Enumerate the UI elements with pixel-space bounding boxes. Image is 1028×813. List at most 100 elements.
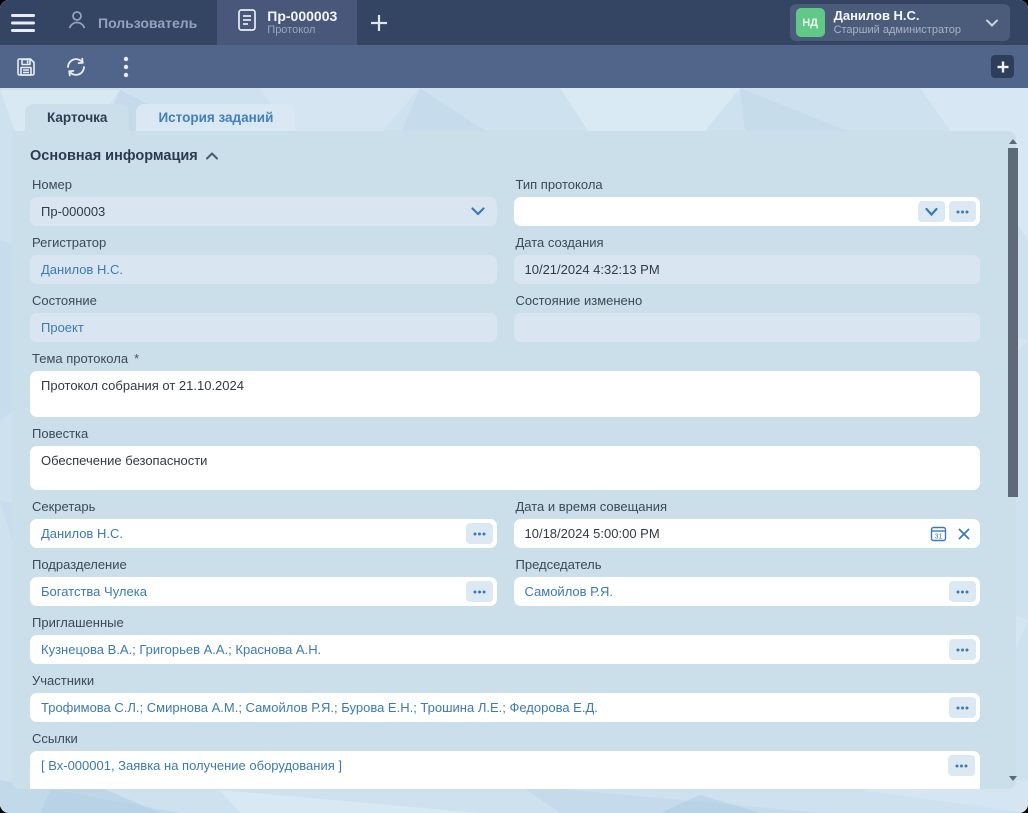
ellipsis-icon [473, 590, 486, 594]
header-tab-protocol-title: Пр-000003 [267, 8, 337, 24]
new-tab-button[interactable] [357, 0, 401, 45]
save-icon [15, 56, 37, 78]
ellipsis-icon [955, 764, 968, 768]
scroll-up-arrow-icon[interactable] [1009, 139, 1017, 144]
meeting-datetime-input[interactable] [525, 526, 925, 541]
chairman-value[interactable]: Самойлов Р.Я. [525, 584, 946, 599]
hamburger-menu-icon[interactable] [0, 0, 46, 45]
department-value[interactable]: Богатства Чулека [41, 584, 462, 599]
header-tab-user[interactable]: Пользователь [46, 0, 217, 45]
tab-card[interactable]: Карточка [25, 104, 129, 131]
scroll-down-arrow-icon[interactable] [1009, 776, 1017, 781]
plus-icon [370, 14, 388, 32]
protocol-type-field[interactable] [514, 197, 981, 226]
lookup-button[interactable] [948, 755, 975, 776]
save-button[interactable] [14, 55, 38, 79]
vertical-scrollbar[interactable] [1007, 139, 1019, 787]
chevron-down-icon [986, 14, 998, 32]
chevron-up-icon [206, 152, 218, 160]
ellipsis-icon [473, 532, 486, 536]
dropdown-button[interactable] [918, 201, 945, 222]
section-main-info[interactable]: Основная информация [30, 148, 980, 164]
add-button[interactable] [991, 55, 1014, 78]
header-tab-protocol[interactable]: Пр-000003 Протокол [217, 0, 357, 45]
department-field[interactable]: Богатства Чулека [30, 577, 497, 606]
agenda-textarea[interactable]: Обеспечение безопасности [30, 446, 980, 490]
state-changed-label: Состояние изменено [516, 293, 979, 308]
page-tabs: Карточка История заданий [12, 104, 295, 131]
number-field[interactable] [30, 197, 497, 226]
refresh-icon [64, 56, 88, 78]
protocol-type-input[interactable] [525, 204, 915, 219]
user-role: Старший администратор [834, 24, 961, 37]
meeting-datetime-field[interactable]: 31 [514, 519, 981, 548]
lookup-button[interactable] [949, 639, 976, 660]
required-asterisk: * [134, 351, 139, 366]
calendar-icon[interactable]: 31 [926, 523, 950, 545]
lookup-button[interactable] [949, 581, 976, 602]
header-tab-protocol-subtitle: Протокол [267, 24, 337, 37]
svg-text:31: 31 [934, 534, 942, 541]
section-main-info-title: Основная информация [30, 148, 198, 164]
registrar-label: Регистратор [32, 235, 495, 250]
created-value: 10/21/2024 4:32:13 PM [525, 262, 977, 277]
created-label: Дата создания [516, 235, 979, 250]
user-name: Данилов Н.С. [834, 8, 961, 24]
chevron-down-icon[interactable] [463, 207, 493, 216]
registrar-field: Данилов Н.С. [30, 255, 497, 284]
meeting-datetime-label: Дата и время совещания [516, 499, 979, 514]
ellipsis-icon [956, 590, 969, 594]
kebab-menu-button[interactable] [114, 55, 138, 79]
links-field[interactable]: [ Вх-000001, Заявка на получение оборудо… [30, 751, 980, 789]
subject-label: Тема протокола* [32, 351, 978, 366]
secretary-value[interactable]: Данилов Н.С. [41, 526, 462, 541]
participants-field[interactable]: Трофимова С.Л.; Смирнова А.М.; Самойлов … [30, 693, 980, 722]
number-input[interactable] [41, 204, 463, 219]
avatar: НД [796, 8, 825, 37]
state-label: Состояние [32, 293, 495, 308]
scrollbar-thumb[interactable] [1008, 148, 1018, 497]
app-header: Пользователь Пр-000003 Протокол НД Данил… [0, 0, 1028, 45]
chevron-down-icon [925, 208, 938, 216]
participants-label: Участники [32, 673, 978, 688]
ellipsis-icon [956, 648, 969, 652]
tab-task-history[interactable]: История заданий [136, 104, 295, 131]
toolbar [0, 45, 1028, 88]
links-value[interactable]: [ Вх-000001, Заявка на получение оборудо… [41, 758, 342, 773]
subject-textarea[interactable]: Протокол собрания от 21.10.2024 [30, 371, 980, 417]
state-field: Проект [30, 313, 497, 342]
refresh-button[interactable] [64, 55, 88, 79]
lookup-button[interactable] [949, 697, 976, 718]
participants-value[interactable]: Трофимова С.Л.; Смирнова А.М.; Самойлов … [41, 700, 945, 715]
secretary-field[interactable]: Данилов Н.С. [30, 519, 497, 548]
protocol-type-label: Тип протокола [516, 177, 979, 192]
department-label: Подразделение [32, 557, 495, 572]
lookup-button[interactable] [949, 201, 976, 222]
card-panel: Основная информация Номер Тип протокола [12, 131, 1016, 789]
document-icon [237, 8, 257, 37]
lookup-button[interactable] [466, 523, 493, 544]
ellipsis-icon [956, 706, 969, 710]
person-icon [66, 9, 88, 36]
created-field: 10/21/2024 4:32:13 PM [514, 255, 981, 284]
lookup-button[interactable] [466, 581, 493, 602]
ellipsis-icon [956, 210, 969, 214]
state-changed-field [514, 313, 981, 342]
invited-label: Приглашенные [32, 615, 978, 630]
user-menu[interactable]: НД Данилов Н.С. Старший администратор [790, 4, 1010, 41]
state-value: Проект [41, 320, 493, 335]
add-icon [997, 61, 1009, 73]
chairman-field[interactable]: Самойлов Р.Я. [514, 577, 981, 606]
kebab-menu-icon [123, 56, 129, 78]
invited-field[interactable]: Кузнецова В.А.; Григорьев А.А.; Краснова… [30, 635, 980, 664]
agenda-label: Повестка [32, 426, 978, 441]
app-window: Пользователь Пр-000003 Протокол НД Данил… [0, 0, 1028, 813]
secretary-label: Секретарь [32, 499, 495, 514]
chairman-label: Председатель [516, 557, 979, 572]
registrar-value[interactable]: Данилов Н.С. [41, 262, 493, 277]
header-tab-user-label: Пользователь [98, 15, 197, 31]
links-label: Ссылки [32, 731, 978, 746]
number-label: Номер [32, 177, 495, 192]
clear-icon[interactable] [952, 523, 976, 545]
invited-value[interactable]: Кузнецова В.А.; Григорьев А.А.; Краснова… [41, 642, 945, 657]
